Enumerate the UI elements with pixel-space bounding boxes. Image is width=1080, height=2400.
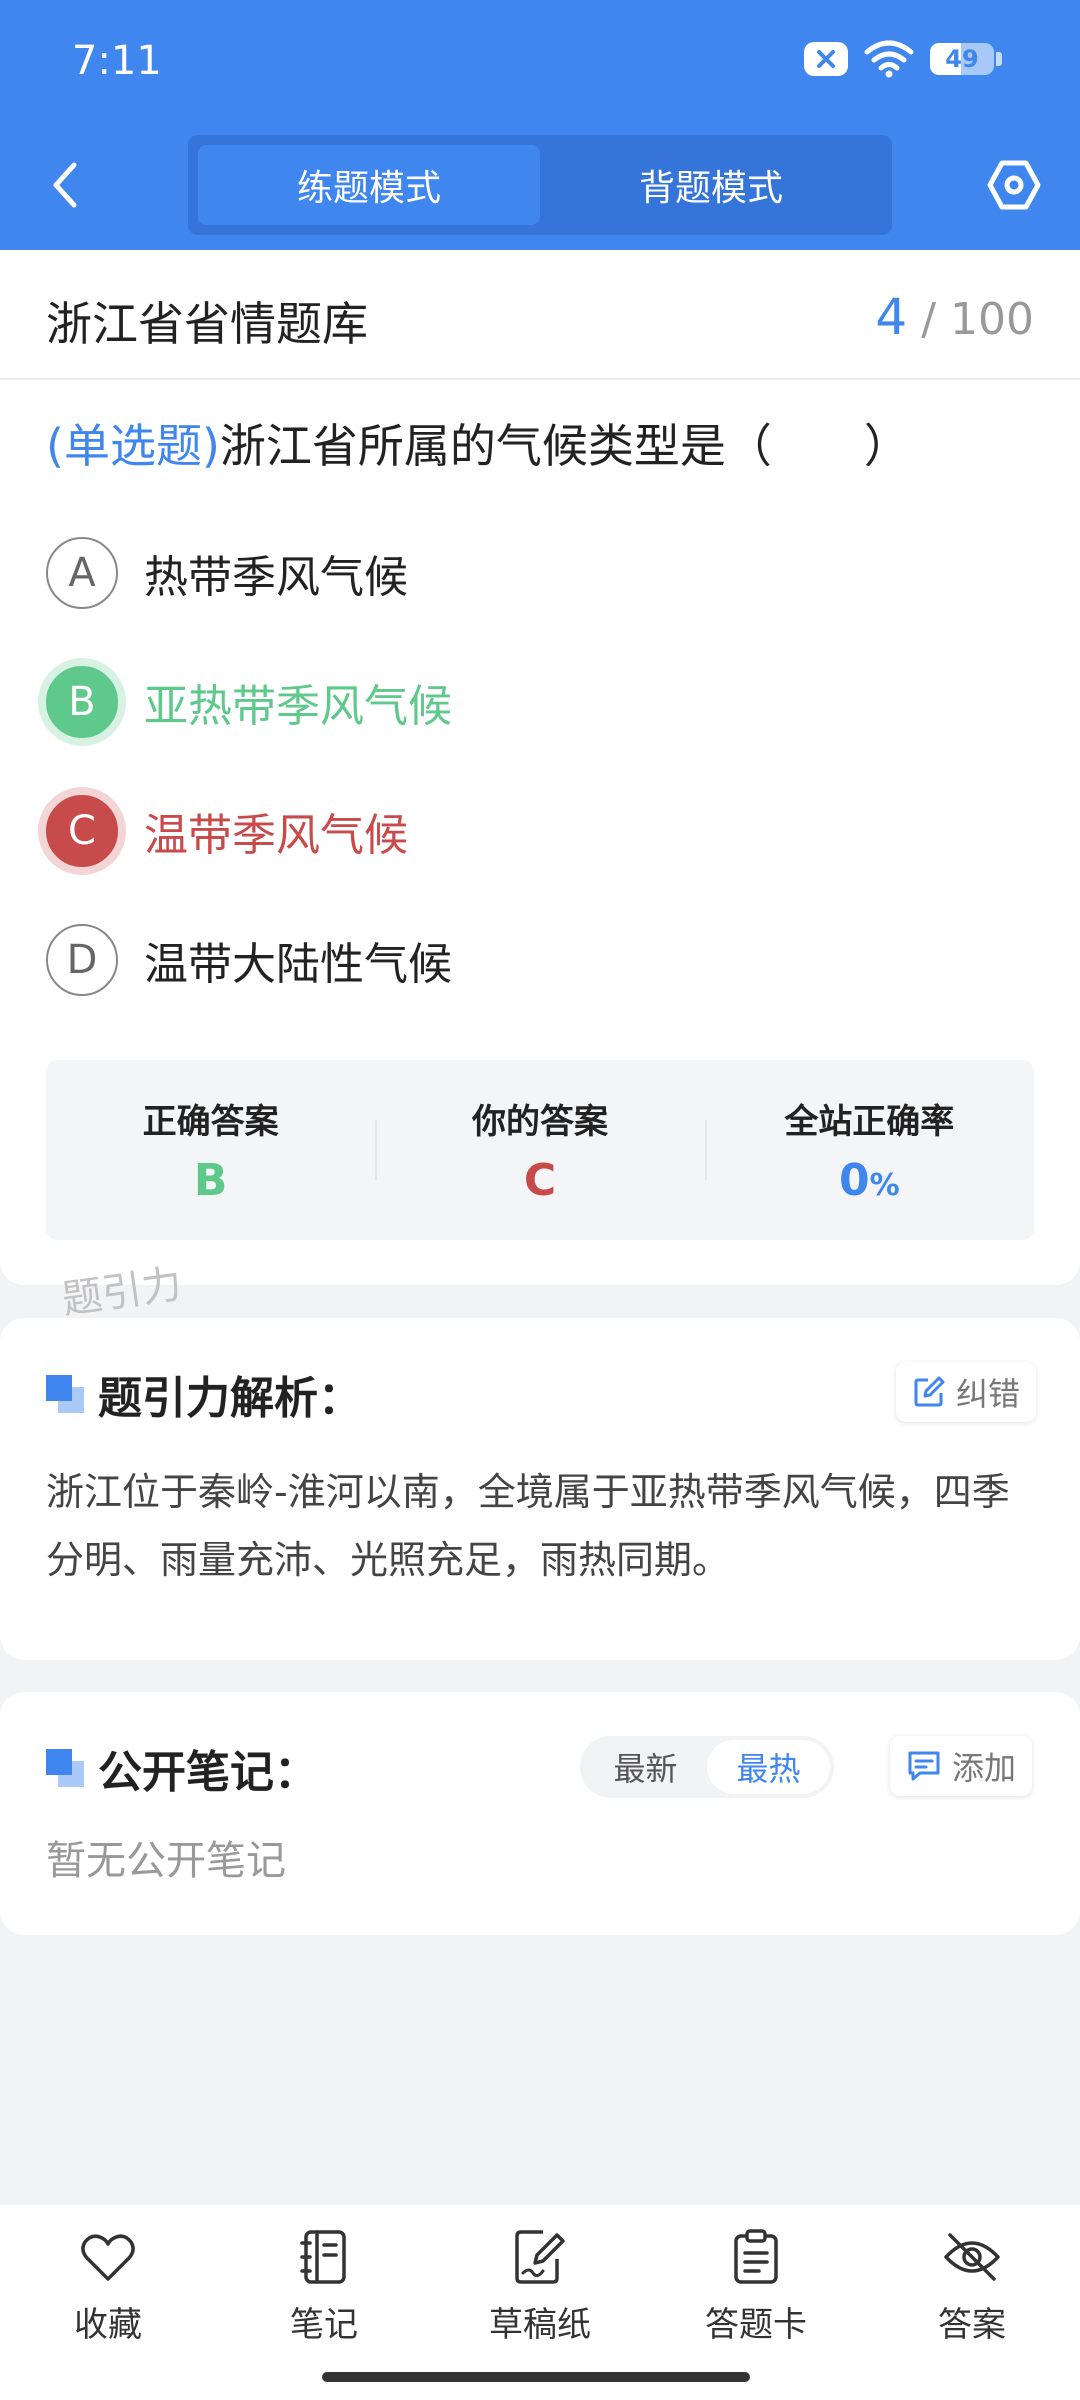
question-stem: 浙江省所属的气候类型是（ ） <box>219 419 910 473</box>
public-notes-card: 公开笔记： 最新 最热 添加 暂无公开笔记 <box>0 1692 1080 1935</box>
nav-answer-card-label: 答题卡 <box>705 2305 807 2345</box>
nav-answer-label: 答案 <box>938 2305 1006 2345</box>
analysis-card: 题引力解析： 纠错 浙江位于秦岭-淮河以南，全境属于亚热带季风气候，四季分明、雨… <box>0 1318 1080 1660</box>
add-note-button[interactable]: 添加 <box>890 1736 1033 1796</box>
sort-newest[interactable]: 最新 <box>584 1740 707 1794</box>
nav-favorite-label: 收藏 <box>74 2305 142 2345</box>
tab-practice-mode[interactable]: 练题模式 <box>198 145 540 225</box>
nav-draft-label: 草稿纸 <box>489 2305 591 2345</box>
notes-sort-toggle: 最新 最热 <box>580 1736 834 1798</box>
your-answer-value: C <box>523 1155 557 1206</box>
sort-hottest[interactable]: 最热 <box>707 1740 830 1794</box>
nav-answer[interactable]: 答案 <box>864 2227 1080 2400</box>
home-indicator[interactable] <box>322 2372 750 2382</box>
notes-title: 公开笔记： <box>98 1747 318 1798</box>
option-letter: D <box>46 924 118 996</box>
nav-notes-label: 笔记 <box>290 2305 358 2345</box>
question-type: (单选题) <box>46 419 220 473</box>
site-accuracy: 全站正确率 0% <box>704 1060 1034 1240</box>
draft-icon <box>510 2227 570 2287</box>
answer-result-box: 正确答案 B 你的答案 C 全站正确率 0% <box>46 1060 1034 1240</box>
settings-button[interactable] <box>984 155 1044 215</box>
notebook-icon <box>294 2227 354 2287</box>
option-letter: B <box>46 666 118 738</box>
status-icons: 49 <box>804 40 1002 78</box>
notification-x-icon <box>804 42 848 76</box>
report-error-label: 纠错 <box>956 1375 1021 1413</box>
question-card: 浙江省省情题库 4 / 100 (单选题)浙江省所属的气候类型是（ ） A 热带… <box>0 250 1080 1285</box>
option-b[interactable]: B 亚热带季风气候 <box>46 666 452 738</box>
option-text: 温带大陆性气候 <box>144 939 452 990</box>
option-text: 热带季风气候 <box>144 552 408 603</box>
notes-header: 公开笔记： <box>46 1736 318 1800</box>
analysis-title: 题引力解析： <box>98 1373 362 1424</box>
question-text: (单选题)浙江省所属的气候类型是（ ） <box>46 410 910 476</box>
section-squares-icon <box>46 1375 84 1413</box>
site-accuracy-value: 0% <box>838 1155 900 1206</box>
heart-icon <box>78 2227 138 2287</box>
comment-icon <box>908 1751 940 1781</box>
status-time: 7:11 <box>72 38 162 84</box>
empty-notes-text: 暂无公开笔记 <box>46 1838 286 1884</box>
wifi-icon <box>864 40 914 78</box>
chevron-left-icon <box>53 162 77 208</box>
question-bank-title: 浙江省省情题库 <box>46 297 368 351</box>
option-letter: C <box>46 795 118 867</box>
bottom-toolbar: 收藏 笔记 草稿纸 答题卡 答案 <box>0 2205 1080 2400</box>
section-squares-icon <box>46 1749 84 1787</box>
correct-answer-value: B <box>193 1155 228 1206</box>
mode-toggle: 练题模式 背题模式 <box>188 135 892 235</box>
tab-memorize-mode[interactable]: 背题模式 <box>540 145 882 225</box>
option-text: 温带季风气候 <box>144 810 408 861</box>
battery-level: 49 <box>945 45 979 73</box>
app-header: 7:11 49 练题模式 背题模式 <box>0 0 1080 250</box>
site-accuracy-label: 全站正确率 <box>784 1102 955 1142</box>
option-a[interactable]: A 热带季风气候 <box>46 537 408 609</box>
progress-total: 100 <box>950 294 1034 345</box>
progress-current: 4 <box>875 288 908 346</box>
your-answer-label: 你的答案 <box>471 1102 608 1142</box>
correct-answer: 正确答案 B <box>46 1060 375 1240</box>
analysis-text: 浙江位于秦岭-淮河以南，全境属于亚热带季风气候，四季分明、雨量充沛、光照充足，雨… <box>46 1470 1010 1582</box>
option-letter: A <box>46 537 118 609</box>
battery-icon: 49 <box>930 43 994 75</box>
battery-cap <box>996 52 1002 66</box>
hexagon-settings-icon <box>987 160 1041 210</box>
option-c[interactable]: C 温带季风气候 <box>46 795 408 867</box>
report-error-button[interactable]: 纠错 <box>896 1362 1037 1422</box>
correct-answer-label: 正确答案 <box>142 1102 279 1142</box>
nav-favorite[interactable]: 收藏 <box>0 2227 216 2400</box>
eye-off-icon <box>942 2227 1002 2287</box>
your-answer: 你的答案 C <box>375 1060 704 1240</box>
question-progress: 4 / 100 <box>875 288 1034 346</box>
option-d[interactable]: D 温带大陆性气候 <box>46 924 452 996</box>
analysis-header: 题引力解析： <box>46 1362 362 1426</box>
back-button[interactable] <box>40 155 90 215</box>
option-text: 亚热带季风气候 <box>144 681 452 732</box>
edit-icon <box>914 1376 945 1407</box>
progress-separator: / <box>921 294 937 345</box>
divider <box>0 378 1080 380</box>
add-note-label: 添加 <box>952 1749 1017 1787</box>
clipboard-icon <box>726 2227 786 2287</box>
